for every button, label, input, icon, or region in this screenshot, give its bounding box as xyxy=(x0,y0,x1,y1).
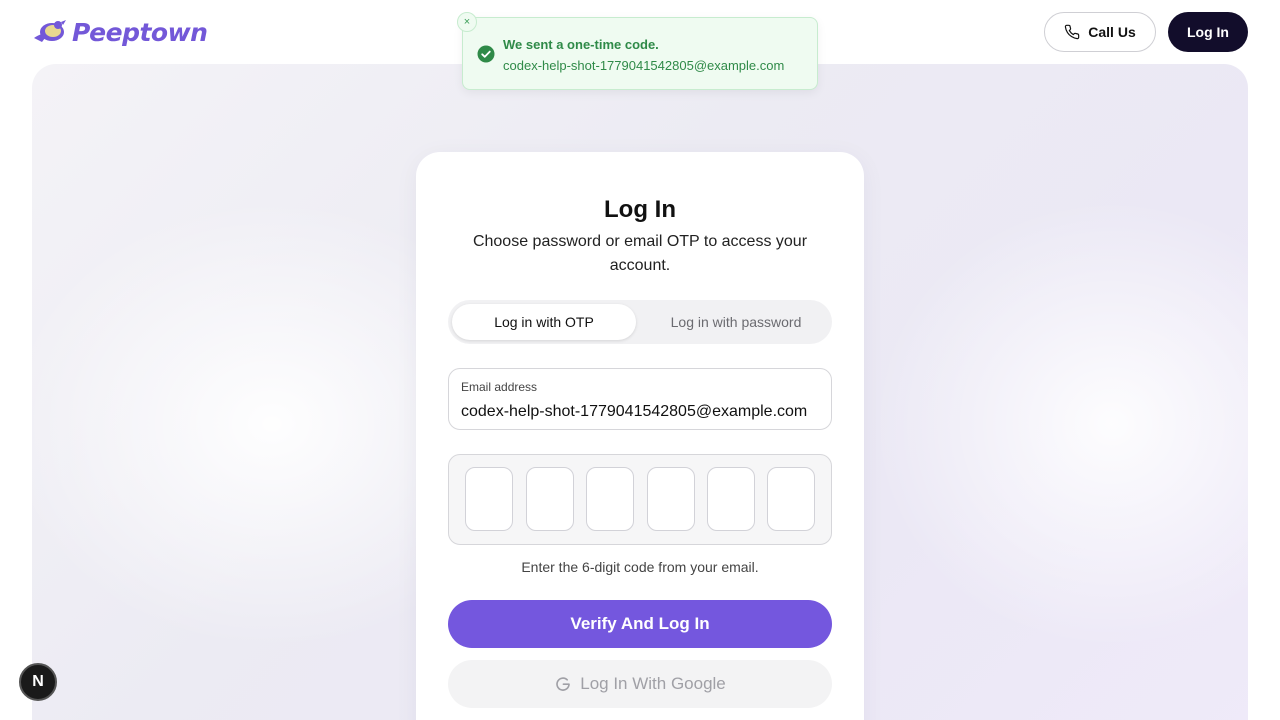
google-g-icon xyxy=(556,677,571,691)
dev-tools-badge[interactable]: N xyxy=(19,663,57,701)
success-toast: × We sent a one-time code. codex-help-sh… xyxy=(457,12,818,90)
toast-close-icon[interactable]: × xyxy=(457,12,477,32)
otp-digit-1[interactable] xyxy=(465,467,513,531)
otp-digit-3[interactable] xyxy=(586,467,634,531)
email-input[interactable] xyxy=(461,401,825,423)
toast-description: codex-help-shot-1779041542805@example.co… xyxy=(503,58,785,73)
check-circle-icon xyxy=(477,45,495,63)
phone-icon xyxy=(1065,24,1080,40)
header-login-button[interactable]: Log In xyxy=(1168,12,1248,52)
page-title: Log In xyxy=(604,196,676,223)
toast-title: We sent a one-time code. xyxy=(503,37,659,52)
login-card: Log In Choose password or email OTP to a… xyxy=(416,152,864,720)
bird-logo-icon xyxy=(34,20,66,42)
otp-digit-4[interactable] xyxy=(647,467,695,531)
brand-name: Peeptown xyxy=(72,17,208,47)
google-login-button[interactable]: Log In With Google xyxy=(448,660,832,708)
brand-logo[interactable]: Peeptown xyxy=(32,14,208,50)
verify-login-button[interactable]: Verify And Log In xyxy=(448,600,832,648)
tab-otp[interactable]: Log in with OTP xyxy=(452,304,636,340)
call-us-button[interactable]: Call Us xyxy=(1044,12,1156,52)
google-login-label: Log In With Google xyxy=(580,674,726,693)
email-field[interactable]: Email address xyxy=(448,368,832,430)
otp-digit-6[interactable] xyxy=(767,467,815,531)
otp-digit-5[interactable] xyxy=(707,467,755,531)
login-method-tabs: Log in with OTP Log in with password xyxy=(448,300,832,344)
email-label: Email address xyxy=(461,380,538,394)
login-subtitle: Choose password or email OTP to access y… xyxy=(472,233,808,274)
otp-input-group xyxy=(448,454,832,545)
call-us-label: Call Us xyxy=(1088,24,1136,40)
otp-help-text: Enter the 6-digit code from your email. xyxy=(521,559,759,575)
tab-password[interactable]: Log in with password xyxy=(644,304,828,340)
otp-digit-2[interactable] xyxy=(526,467,574,531)
